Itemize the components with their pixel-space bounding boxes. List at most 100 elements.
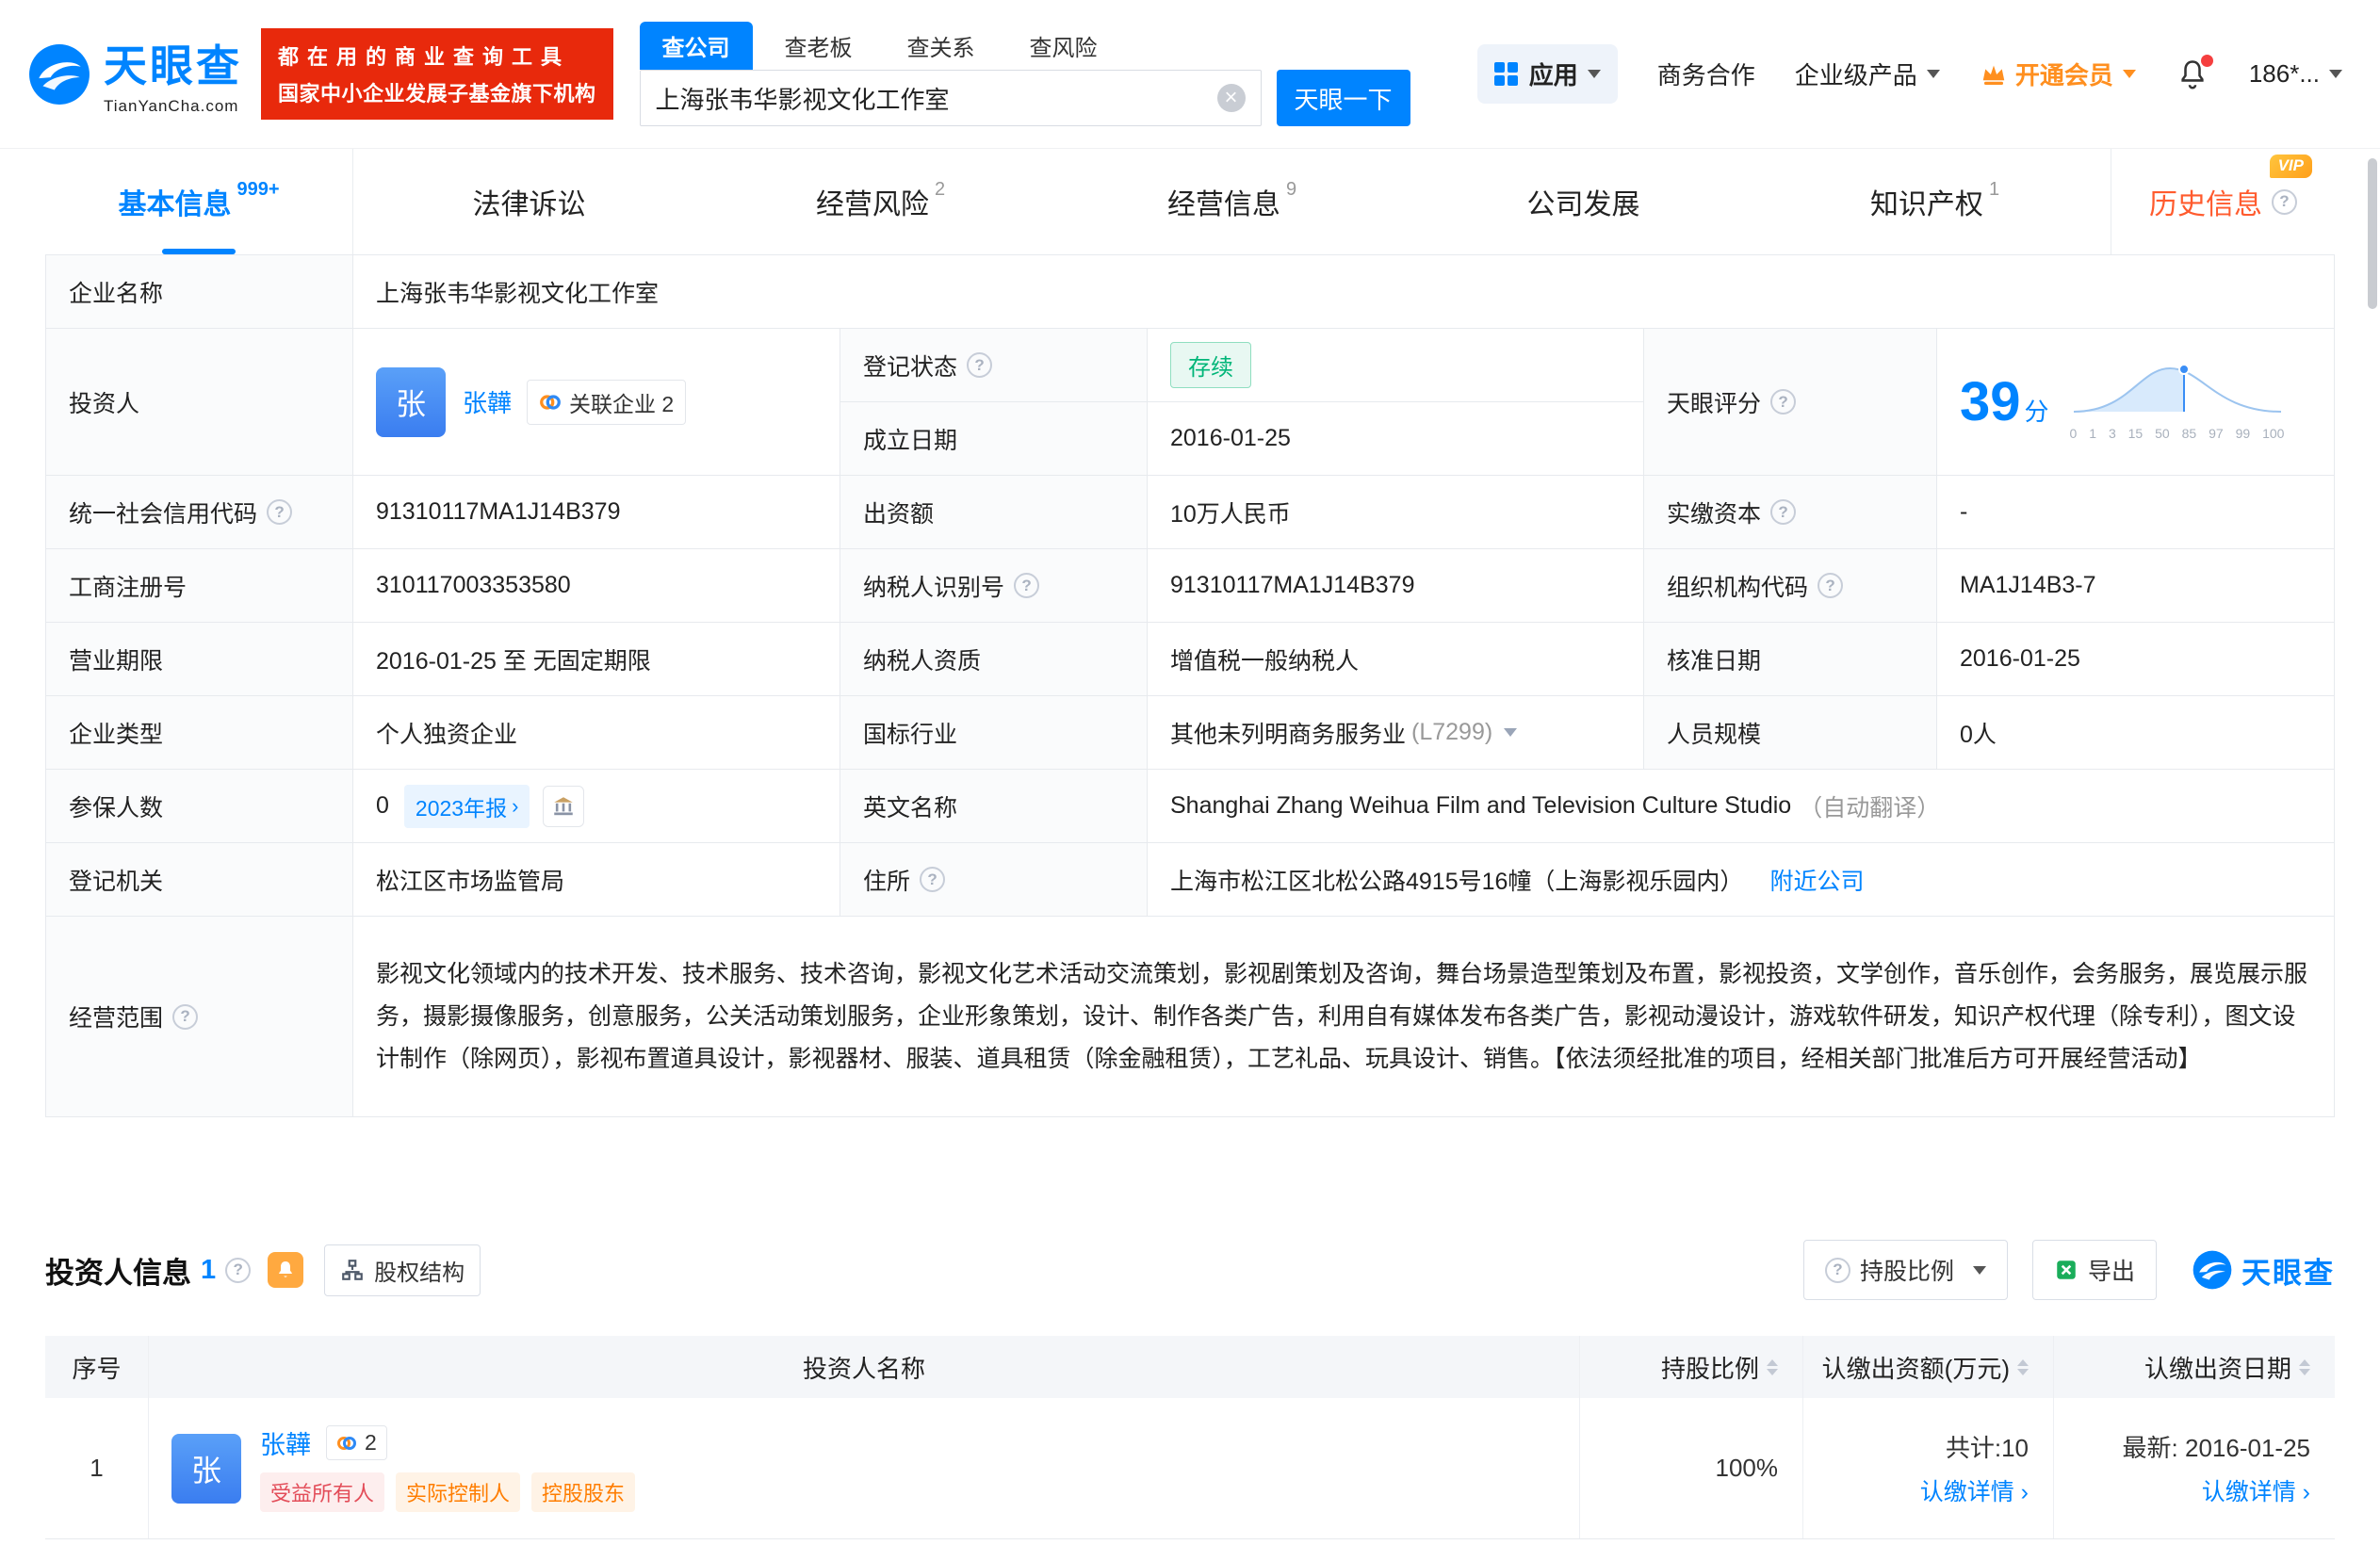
help-icon[interactable]: ? xyxy=(1818,573,1843,598)
field-value-paid-capital: - xyxy=(1937,476,2334,549)
tab-company-development[interactable]: 公司发展 xyxy=(1408,149,1759,254)
company-info-table: 企业名称 上海张韦华影视文化工作室 投资人 张 张韡 关联企业 2 登记状态? … xyxy=(45,254,2335,1117)
help-icon[interactable]: ? xyxy=(225,1258,251,1283)
tab-legal-proceedings[interactable]: 法律诉讼 xyxy=(353,149,705,254)
field-label-credit-code: 统一社会信用代码? xyxy=(46,476,353,549)
tab-label: 经营风险 xyxy=(816,181,929,222)
shareholding-ratio-button[interactable]: ? 持股比例 xyxy=(1803,1240,2008,1300)
investor-name-link[interactable]: 张韡 xyxy=(260,1424,311,1461)
related-companies-badge[interactable]: 关联企业 2 xyxy=(527,380,686,425)
date-detail-link[interactable]: 认缴详情 › xyxy=(2202,1473,2310,1507)
apps-menu[interactable]: 应用 xyxy=(1477,44,1618,104)
help-icon[interactable]: ? xyxy=(2272,189,2297,215)
field-value-credit-code: 91310117MA1J14B379 xyxy=(353,476,840,549)
field-label-company-type: 企业类型 xyxy=(46,696,353,770)
field-value-business-scope: 影视文化领域内的技术开发、技术服务、技术咨询，影视文化艺术活动交流策划，影视剧策… xyxy=(353,917,2334,1116)
investors-title: 投资人信息 xyxy=(45,1249,191,1292)
equity-structure-button[interactable]: 股权结构 xyxy=(324,1244,481,1296)
sort-icon[interactable] xyxy=(2017,1359,2029,1375)
field-label-business-scope: 经营范围? xyxy=(46,917,353,1116)
chevron-down-icon xyxy=(1588,70,1601,78)
tab-history-info[interactable]: 历史信息 ? VIP xyxy=(2111,149,2335,254)
date-latest: 最新: 2016-01-25 xyxy=(2123,1429,2310,1464)
field-value-company-type: 个人独资企业 xyxy=(353,696,840,770)
column-header-date[interactable]: 认缴出资日期 xyxy=(2054,1336,2335,1398)
field-label-address: 住所? xyxy=(840,843,1148,917)
logo-domain: TianYanCha.com xyxy=(104,97,242,116)
help-icon[interactable]: ? xyxy=(1014,573,1039,598)
related-count-badge[interactable]: 2 xyxy=(326,1425,387,1460)
investor-avatar[interactable]: 张 xyxy=(171,1434,241,1504)
industry-code: (L7299) xyxy=(1411,719,1492,746)
social-insurance-icon[interactable] xyxy=(543,786,584,827)
subscribe-bell-button[interactable] xyxy=(268,1252,303,1288)
banner-line-1: 都在用的商业查询工具 xyxy=(278,41,596,71)
logo-text: 天眼查 TianYanCha.com xyxy=(104,32,242,116)
search-button[interactable]: 天眼一下 xyxy=(1277,70,1410,126)
link-knot-icon xyxy=(336,1433,357,1454)
field-value-reg-authority: 松江区市场监管局 xyxy=(353,843,840,917)
search-tab-risk[interactable]: 查风险 xyxy=(1007,22,1120,70)
investor-avatar[interactable]: 张 xyxy=(376,367,446,437)
clear-icon[interactable]: × xyxy=(1217,84,1246,112)
tab-business-info[interactable]: 经营信息 9 xyxy=(1056,149,1408,254)
column-header-ratio[interactable]: 持股比例 xyxy=(1580,1336,1803,1398)
chevron-right-icon: › xyxy=(512,794,518,819)
export-button[interactable]: 导出 xyxy=(2032,1240,2157,1300)
row-investor-name-cell: 张 张韡 2 受益所有人 实际控制人 控股股东 xyxy=(149,1398,1580,1538)
field-value-company-name: 上海张韦华影视文化工作室 xyxy=(353,255,2334,329)
help-icon[interactable]: ? xyxy=(1770,389,1796,415)
search-tab-relation[interactable]: 查关系 xyxy=(885,22,998,70)
tab-intellectual-property[interactable]: 知识产权 1 xyxy=(1759,149,2111,254)
tag-beneficial-owner[interactable]: 受益所有人 xyxy=(260,1472,384,1512)
tag-controlling-shareholder[interactable]: 控股股东 xyxy=(531,1472,635,1512)
field-value-approve-date: 2016-01-25 xyxy=(1937,623,2334,696)
scrollbar-thumb[interactable] xyxy=(2368,158,2377,309)
enterprise-products-menu[interactable]: 企业级产品 xyxy=(1795,57,1940,91)
chevron-down-icon[interactable] xyxy=(1504,728,1517,737)
shareholding-ratio-label: 持股比例 xyxy=(1860,1253,1954,1287)
field-value-reg-no: 310117003353580 xyxy=(353,549,840,623)
column-header-amount[interactable]: 认缴出资额(万元) xyxy=(1803,1336,2054,1398)
help-icon: ? xyxy=(1825,1258,1850,1283)
field-value-term: 2016-01-25 至 无固定期限 xyxy=(353,623,840,696)
field-label-paid-capital: 实缴资本? xyxy=(1644,476,1937,549)
tab-operational-risk[interactable]: 经营风险 2 xyxy=(705,149,1056,254)
help-icon[interactable]: ? xyxy=(1770,499,1796,525)
tag-actual-controller[interactable]: 实际控制人 xyxy=(396,1472,520,1512)
row-subscription-date: 最新: 2016-01-25 认缴详情 › xyxy=(2054,1398,2335,1538)
industry-name: 其他未列明商务服务业 xyxy=(1170,716,1406,750)
help-icon[interactable]: ? xyxy=(967,352,992,378)
field-value-tax-qualification: 增值税一般纳税人 xyxy=(1148,623,1644,696)
related-companies-label: 关联企业 2 xyxy=(569,386,674,418)
user-account-menu[interactable]: 186*... xyxy=(2249,59,2342,89)
top-header: 天眼查 TianYanCha.com 都在用的商业查询工具 国家中小企业发展子基… xyxy=(0,0,2380,149)
tianyan-score[interactable]: 39分 xyxy=(1960,370,2049,433)
row-index: 1 xyxy=(45,1398,149,1538)
search-tab-company[interactable]: 查公司 xyxy=(640,22,753,70)
membership-menu[interactable]: 开通会员 xyxy=(1980,57,2136,91)
search-tab-boss[interactable]: 查老板 xyxy=(762,22,875,70)
status-badge: 存续 xyxy=(1170,342,1251,388)
field-label-tax-id: 纳税人识别号? xyxy=(840,549,1148,623)
help-icon[interactable]: ? xyxy=(920,867,945,892)
investor-name-link[interactable]: 张韡 xyxy=(463,384,512,419)
field-label-score: 天眼评分? xyxy=(1644,329,1937,476)
nearby-companies-link[interactable]: 附近公司 xyxy=(1769,863,1864,897)
search-input[interactable] xyxy=(656,84,1217,113)
business-cooperation-link[interactable]: 商务合作 xyxy=(1657,57,1755,91)
annual-report-tag[interactable]: 2023年报› xyxy=(404,785,530,828)
help-icon[interactable]: ? xyxy=(267,499,292,525)
tab-basic-info[interactable]: 基本信息 999+ xyxy=(45,149,353,254)
tianyancha-logo[interactable]: 天眼查 TianYanCha.com xyxy=(28,32,242,116)
search-area: 查公司 查老板 查关系 查风险 × 天眼一下 xyxy=(640,22,1410,126)
help-icon[interactable]: ? xyxy=(172,1004,198,1030)
investors-count: 1 xyxy=(201,1255,216,1286)
sort-icon[interactable] xyxy=(1767,1359,1778,1375)
field-value-industry[interactable]: 其他未列明商务服务业 (L7299) xyxy=(1148,696,1644,770)
amount-detail-link[interactable]: 认缴详情 › xyxy=(1920,1473,2029,1507)
notifications-bell[interactable] xyxy=(2176,57,2209,91)
equity-structure-label: 股权结构 xyxy=(374,1254,465,1287)
sort-icon[interactable] xyxy=(2299,1359,2310,1375)
apps-grid-icon xyxy=(1494,62,1518,86)
